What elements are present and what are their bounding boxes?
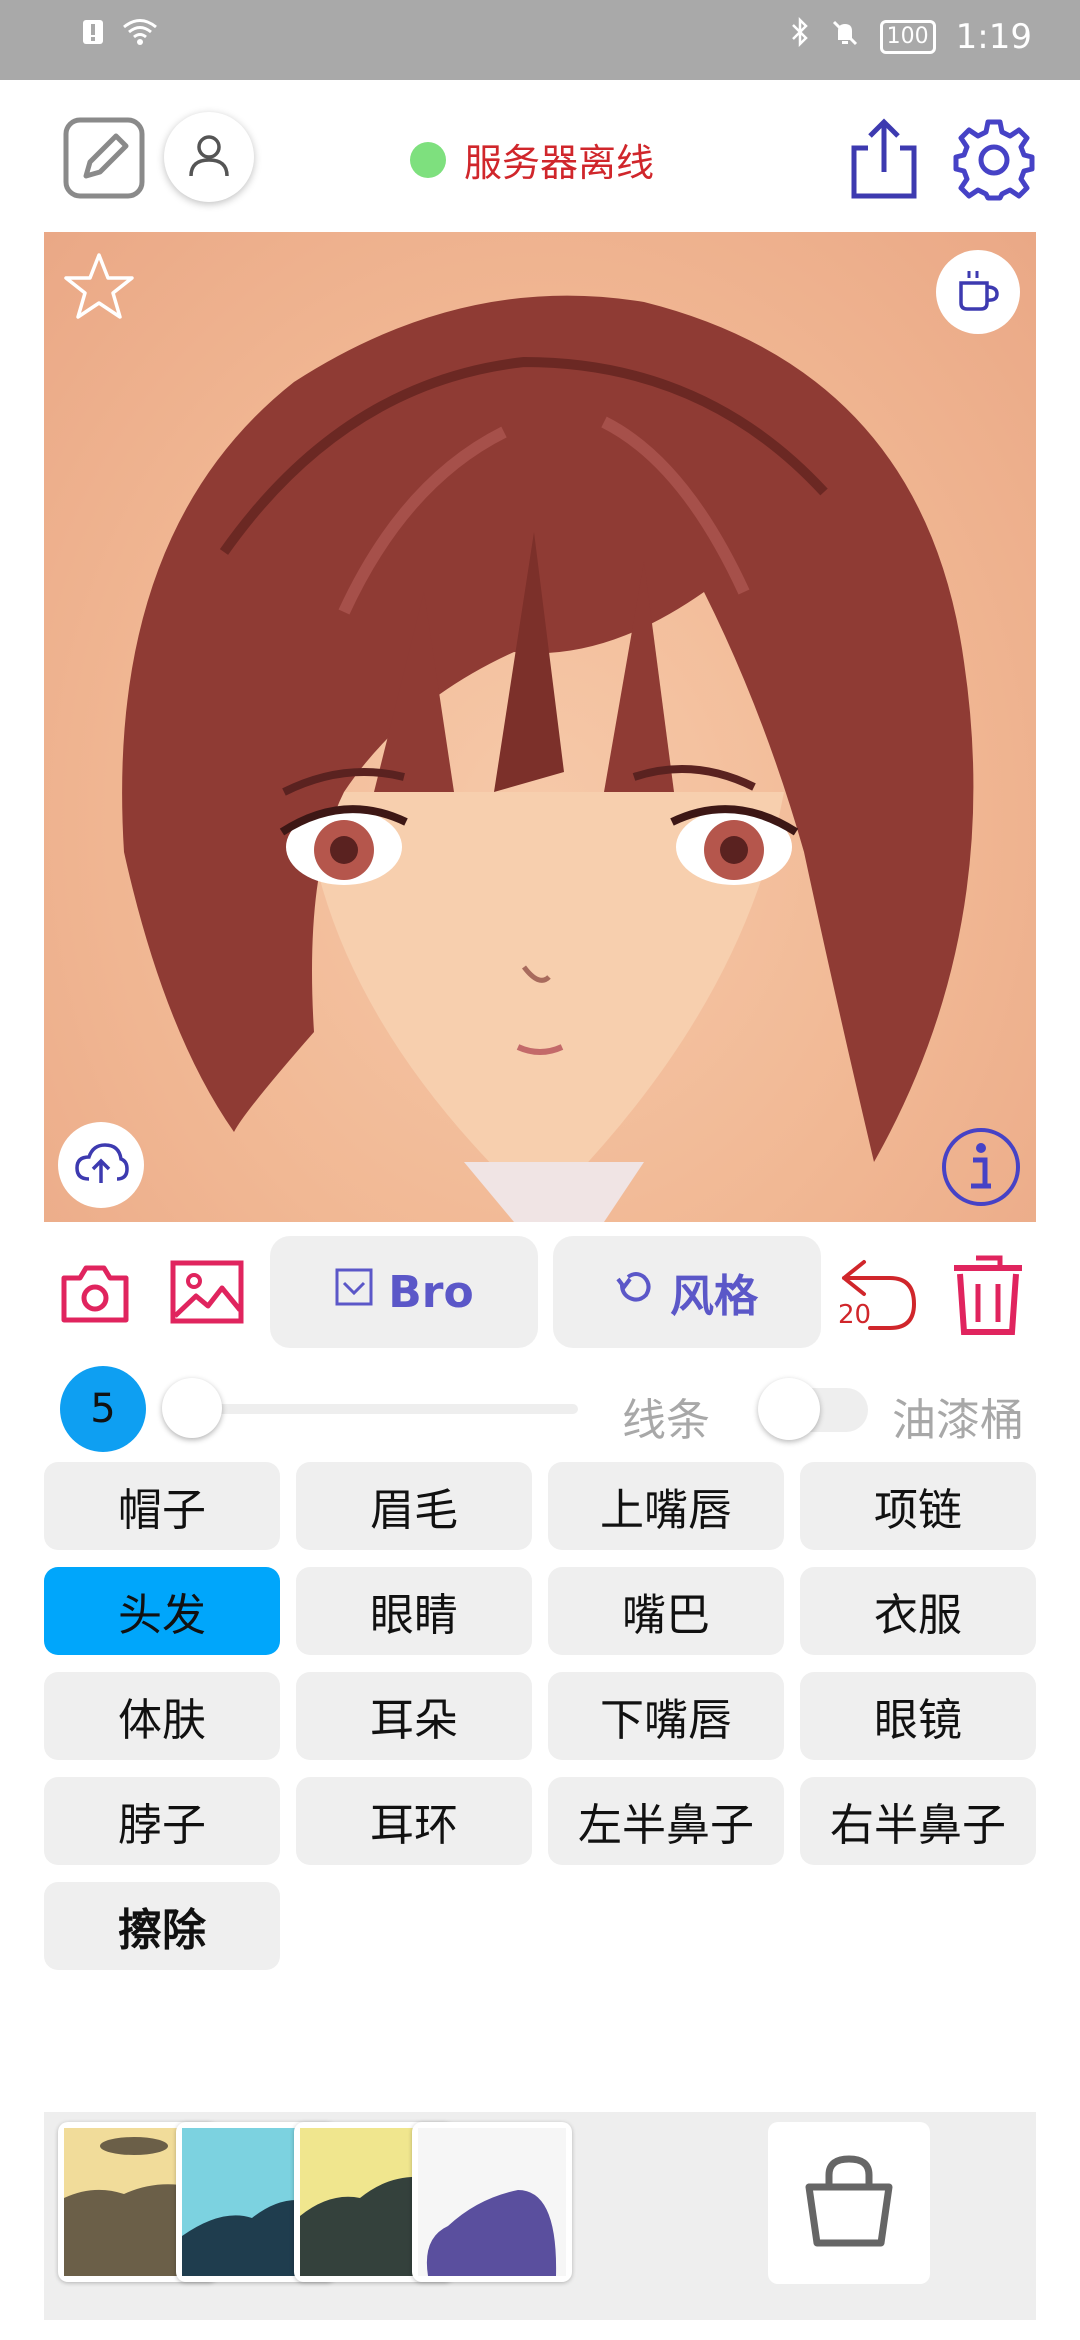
part-earrings[interactable]: 耳环 bbox=[296, 1777, 532, 1865]
lines-label: 线条 bbox=[622, 1395, 710, 1446]
info-icon bbox=[940, 1128, 1022, 1212]
part-hair[interactable]: 头发 bbox=[44, 1567, 280, 1655]
gallery-button[interactable] bbox=[170, 1260, 244, 1324]
shop-button[interactable] bbox=[768, 2122, 930, 2284]
alert-icon bbox=[82, 19, 104, 49]
anime-portrait bbox=[122, 295, 974, 1222]
user-button[interactable] bbox=[164, 112, 254, 202]
undo-count: 20 bbox=[838, 1300, 872, 1330]
part-eyes[interactable]: 眼睛 bbox=[296, 1567, 532, 1655]
image-icon bbox=[170, 1260, 244, 1328]
mute-icon bbox=[830, 17, 860, 57]
share-icon bbox=[848, 118, 920, 204]
part-skin[interactable]: 体肤 bbox=[44, 1672, 280, 1760]
camera-button[interactable] bbox=[60, 1264, 130, 1324]
wifi-icon bbox=[122, 18, 158, 50]
server-status-text: 服务器离线 bbox=[464, 141, 655, 185]
delete-button[interactable] bbox=[950, 1250, 1026, 1336]
star-icon bbox=[62, 253, 136, 328]
edit-icon bbox=[62, 117, 146, 204]
bluetooth-icon bbox=[790, 16, 810, 57]
part-right-nose[interactable]: 右半鼻子 bbox=[800, 1777, 1036, 1865]
coffee-button[interactable] bbox=[936, 250, 1020, 334]
trash-icon bbox=[950, 1255, 1026, 1340]
favorite-button[interactable] bbox=[62, 250, 136, 324]
bucket-label: 油漆桶 bbox=[892, 1395, 1024, 1446]
style-palette bbox=[44, 2112, 1036, 2320]
info-button[interactable] bbox=[940, 1126, 1022, 1208]
shopping-bag-icon bbox=[801, 2153, 897, 2253]
part-eyebrows[interactable]: 眉毛 bbox=[296, 1462, 532, 1550]
server-status: 服务器离线 bbox=[410, 132, 654, 187]
part-eraser[interactable]: 擦除 bbox=[44, 1882, 280, 1970]
brush-size-slider[interactable] bbox=[168, 1404, 578, 1414]
settings-button[interactable] bbox=[952, 118, 1036, 202]
gear-icon bbox=[952, 119, 1036, 206]
action-row: Bro 风格 20 bbox=[0, 1236, 1080, 1348]
part-glasses[interactable]: 眼镜 bbox=[800, 1672, 1036, 1760]
bro-button[interactable]: Bro bbox=[270, 1236, 538, 1348]
coffee-cup-icon bbox=[955, 267, 1001, 317]
upload-button[interactable] bbox=[58, 1122, 144, 1208]
bro-label: Bro bbox=[388, 1266, 474, 1318]
share-button[interactable] bbox=[848, 116, 920, 200]
part-hat[interactable]: 帽子 bbox=[44, 1462, 280, 1550]
checkbox-icon bbox=[334, 1267, 374, 1318]
brush-size-badge: 5 bbox=[60, 1366, 146, 1452]
drawing-canvas[interactable] bbox=[44, 232, 1036, 1222]
style-label: 风格 bbox=[670, 1271, 758, 1322]
part-necklace[interactable]: 项链 bbox=[800, 1462, 1036, 1550]
top-toolbar: 服务器离线 bbox=[0, 80, 1080, 230]
status-bar: 100 1:19 bbox=[0, 0, 1080, 80]
part-lower-lip[interactable]: 下嘴唇 bbox=[548, 1672, 784, 1760]
battery-indicator: 100 bbox=[879, 19, 936, 54]
part-upper-lip[interactable]: 上嘴唇 bbox=[548, 1462, 784, 1550]
part-mouth[interactable]: 嘴巴 bbox=[548, 1567, 784, 1655]
part-neck[interactable]: 脖子 bbox=[44, 1777, 280, 1865]
brush-controls: 5 线条 油漆桶 bbox=[0, 1364, 1080, 1454]
bucket-toggle-knob[interactable] bbox=[758, 1378, 820, 1440]
status-dot bbox=[410, 141, 446, 178]
cloud-upload-icon bbox=[73, 1139, 129, 1191]
refresh-icon bbox=[616, 1267, 656, 1318]
slider-thumb[interactable] bbox=[162, 1378, 222, 1438]
style-button[interactable]: 风格 bbox=[553, 1236, 821, 1348]
clock: 1:19 bbox=[955, 16, 1032, 57]
swatch-4-preview bbox=[418, 2128, 566, 2276]
camera-icon bbox=[60, 1265, 130, 1328]
part-left-nose[interactable]: 左半鼻子 bbox=[548, 1777, 784, 1865]
swatch-4[interactable] bbox=[412, 2122, 572, 2282]
part-ears[interactable]: 耳朵 bbox=[296, 1672, 532, 1760]
edit-button[interactable] bbox=[62, 116, 146, 200]
part-clothes[interactable]: 衣服 bbox=[800, 1567, 1036, 1655]
user-icon bbox=[186, 132, 232, 182]
